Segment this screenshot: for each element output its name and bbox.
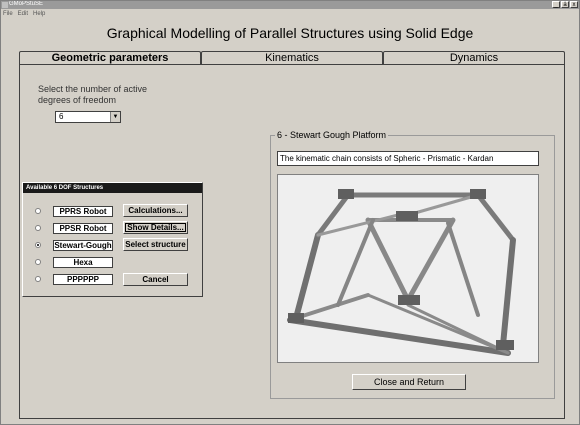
app-title: Graphical Modelling of Parallel Structur…	[106, 25, 474, 41]
tab-dynamics[interactable]: Dynamics	[383, 51, 565, 64]
radio-button-checked[interactable]	[35, 242, 41, 248]
radio-button[interactable]	[35, 225, 41, 231]
structures-window-title[interactable]: Available 6 DOF Structures	[23, 183, 202, 193]
window-title: GMoPStuSE	[9, 1, 44, 7]
main-window: GMoPStuSE _ ȧ x File Edit Help Graphical…	[0, 0, 580, 425]
close-and-return-button[interactable]: Close and Return	[352, 374, 466, 390]
calculations-button[interactable]: Calculations...	[123, 204, 188, 217]
radio-pprs[interactable]	[35, 208, 41, 214]
chevron-down-icon[interactable]: ▼	[110, 112, 120, 122]
radio-button[interactable]	[35, 276, 41, 282]
tab-kinematics[interactable]: Kinematics	[201, 51, 383, 64]
menu-bar: File Edit Help	[3, 10, 45, 18]
cancel-button[interactable]: Cancel	[123, 273, 188, 286]
radio-ppsr[interactable]	[35, 225, 41, 231]
minimize-icon[interactable]: _	[552, 1, 560, 8]
tab-geometric-parameters[interactable]: Geometric parameters	[19, 51, 201, 65]
close-icon[interactable]: x	[570, 1, 578, 8]
details-title: 6 - Stewart Gough Platform	[275, 130, 389, 140]
dof-label: Select the number of active degrees of f…	[38, 84, 148, 105]
structures-window: Available 6 DOF Structures PPRS Robot PP…	[22, 182, 203, 297]
structure-pppppp: PPPPPP	[53, 274, 113, 285]
structure-ppsr: PPSR Robot	[53, 223, 113, 234]
description-field[interactable]: The kinematic chain consists of Spheric …	[277, 151, 539, 166]
dof-select[interactable]: 6 ▼	[55, 111, 121, 123]
select-structure-button[interactable]: Select structure	[123, 238, 188, 251]
menu-edit[interactable]: Edit	[18, 10, 28, 18]
menu-file[interactable]: File	[3, 10, 13, 18]
dof-select-value: 6	[59, 112, 64, 121]
window-titlebar[interactable]: GMoPStuSE _ ȧ x	[1, 1, 579, 9]
menu-help[interactable]: Help	[33, 10, 45, 18]
window-controls: _ ȧ x	[552, 1, 578, 9]
app-icon	[2, 2, 8, 8]
maximize-icon[interactable]: ȧ	[561, 1, 569, 8]
radio-pppppp[interactable]	[35, 276, 41, 282]
structure-stewart-gough: Stewart-Gough	[53, 240, 113, 251]
structure-pprs: PPRS Robot	[53, 206, 113, 217]
tab-bar: Geometric parameters Kinematics Dynamics	[19, 51, 565, 65]
radio-button[interactable]	[35, 259, 41, 265]
show-details-button[interactable]: Show Details...	[123, 221, 188, 234]
stewart-gough-platform-illustration	[278, 175, 538, 362]
radio-hexa[interactable]	[35, 259, 41, 265]
radio-button[interactable]	[35, 208, 41, 214]
structure-hexa: Hexa	[53, 257, 113, 268]
platform-image	[277, 174, 539, 363]
radio-stewart-gough[interactable]	[35, 242, 41, 248]
